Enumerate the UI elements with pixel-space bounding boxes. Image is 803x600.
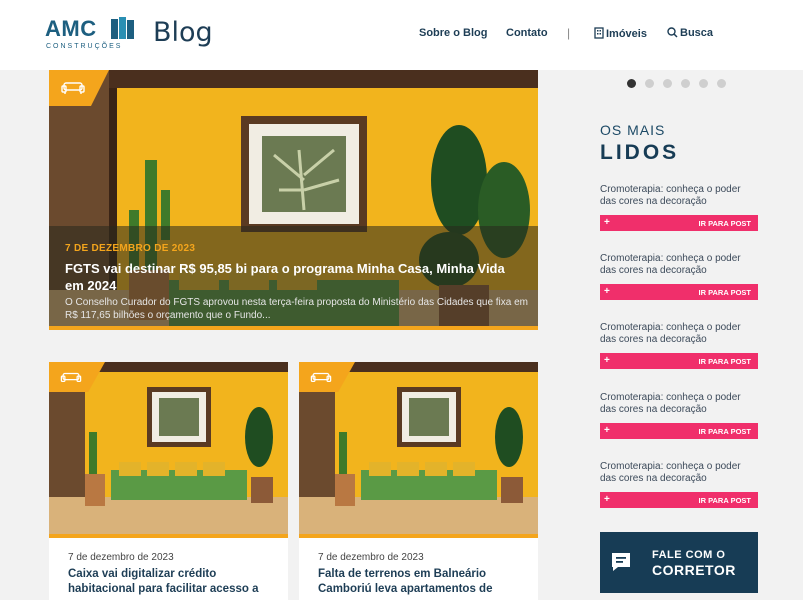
nav-imoveis[interactable]: Imóveis <box>594 27 647 40</box>
sofa-icon <box>60 372 82 382</box>
fale-com-corretor-button[interactable]: FALE COM O CORRETOR <box>600 532 758 593</box>
carousel-dot[interactable] <box>699 79 708 88</box>
search-icon <box>667 27 678 38</box>
building-icon <box>111 17 134 39</box>
most-read-item: Cromoterapia: conheça o poder das cores … <box>600 322 758 369</box>
nav-contato[interactable]: Contato <box>506 27 548 39</box>
amc-logo[interactable]: AMC CONSTRUÇÕES <box>45 16 137 54</box>
logo-text: AMC <box>45 16 97 41</box>
most-read-item: Cromoterapia: conheça o poder das cores … <box>600 461 758 508</box>
post-card-date: 7 de dezembro de 2023 <box>318 552 424 563</box>
most-read-heading-line1: OS MAIS <box>600 122 666 138</box>
nav-separator: | <box>567 26 571 40</box>
plus-icon: + <box>604 286 610 297</box>
most-read-title[interactable]: Cromoterapia: conheça o poder das cores … <box>600 461 758 485</box>
sofa-icon <box>310 372 332 382</box>
ir-para-post-button[interactable]: + IR PARA POST <box>600 492 758 508</box>
logo-subtext: CONSTRUÇÕES <box>46 43 123 50</box>
featured-excerpt: O Conselho Curador do FGTS aprovou nesta… <box>65 297 529 321</box>
most-read-title[interactable]: Cromoterapia: conheça o poder das cores … <box>600 322 758 346</box>
ir-para-post-button[interactable]: + IR PARA POST <box>600 215 758 231</box>
carousel-dot[interactable] <box>681 79 690 88</box>
ir-para-post-label: IR PARA POST <box>698 427 751 436</box>
featured-title[interactable]: FGTS vai destinar R$ 95,85 bi para o pro… <box>65 260 525 294</box>
blog-title: Blog <box>153 17 213 48</box>
nav-sobre-o-blog[interactable]: Sobre o Blog <box>419 27 487 39</box>
carousel-dot[interactable] <box>663 79 672 88</box>
ir-para-post-label: IR PARA POST <box>698 496 751 505</box>
ir-para-post-button[interactable]: + IR PARA POST <box>600 353 758 369</box>
building-nav-icon <box>594 27 604 39</box>
plus-icon: + <box>604 425 610 436</box>
nav-busca[interactable]: Busca <box>667 27 713 39</box>
most-read-title[interactable]: Cromoterapia: conheça o poder das cores … <box>600 392 758 416</box>
featured-post[interactable]: 7 DE DEZEMBRO DE 2023 FGTS vai destinar … <box>49 70 538 330</box>
plus-icon: + <box>604 217 610 228</box>
most-read-heading-line2: LIDOS <box>600 141 680 164</box>
sofa-icon <box>61 82 85 94</box>
most-read-title[interactable]: Cromoterapia: conheça o poder das cores … <box>600 253 758 277</box>
plus-icon: + <box>604 355 610 366</box>
ir-para-post-button[interactable]: + IR PARA POST <box>600 284 758 300</box>
most-read-title[interactable]: Cromoterapia: conheça o poder das cores … <box>600 184 758 208</box>
post-card[interactable]: 7 de dezembro de 2023 Caixa vai digitali… <box>49 362 288 600</box>
plus-icon: + <box>604 494 610 505</box>
cta-line1: FALE COM O <box>652 549 726 561</box>
card-accent-bar <box>299 534 538 538</box>
post-card-image <box>299 362 538 534</box>
nav-imoveis-label: Imóveis <box>606 28 647 40</box>
post-card-date: 7 de dezembro de 2023 <box>68 552 174 563</box>
featured-caption: 7 DE DEZEMBRO DE 2023 FGTS vai destinar … <box>49 226 538 330</box>
carousel-dot[interactable] <box>645 79 654 88</box>
post-card-title[interactable]: Falta de terrenos em Balneário Camboriú … <box>318 567 528 597</box>
post-card-title[interactable]: Caixa vai digitalizar crédito habitacion… <box>68 567 278 597</box>
ir-para-post-button[interactable]: + IR PARA POST <box>600 423 758 439</box>
post-card[interactable]: 7 de dezembro de 2023 Falta de terrenos … <box>299 362 538 600</box>
site-header: AMC CONSTRUÇÕES Blog Sobre o Blog Contat… <box>0 0 803 70</box>
chat-icon <box>612 553 630 571</box>
most-read-item: Cromoterapia: conheça o poder das cores … <box>600 184 758 231</box>
ir-para-post-label: IR PARA POST <box>698 219 751 228</box>
card-accent-bar <box>49 534 288 538</box>
most-read-item: Cromoterapia: conheça o poder das cores … <box>600 253 758 300</box>
nav-busca-label: Busca <box>680 27 714 39</box>
carousel-dot[interactable] <box>627 79 636 88</box>
featured-date: 7 DE DEZEMBRO DE 2023 <box>65 243 196 254</box>
most-read-item: Cromoterapia: conheça o poder das cores … <box>600 392 758 439</box>
post-card-image <box>49 362 288 534</box>
carousel-dots <box>627 75 735 88</box>
ir-para-post-label: IR PARA POST <box>698 288 751 297</box>
carousel-dot[interactable] <box>717 79 726 88</box>
cta-line2: CORRETOR <box>652 562 736 578</box>
ir-para-post-label: IR PARA POST <box>698 357 751 366</box>
